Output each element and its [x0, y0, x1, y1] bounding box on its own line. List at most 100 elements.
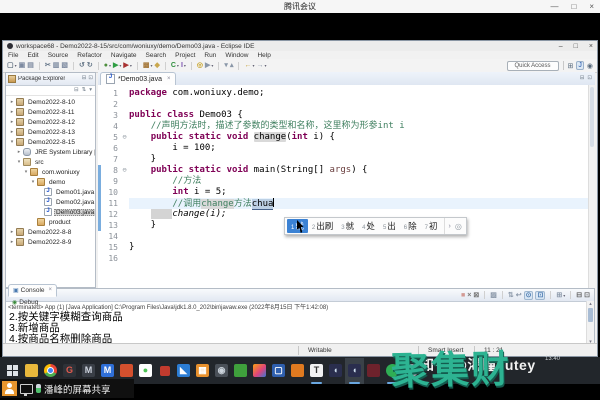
taskbar-vscode[interactable]: ◣ — [174, 358, 193, 384]
new-class-dropdown-icon[interactable]: ▾ — [177, 63, 179, 68]
tree-expand-icon[interactable]: ▸ — [16, 149, 22, 155]
redo-icon[interactable]: ↻ — [87, 62, 93, 69]
pin-console-icon[interactable]: ⊙ — [524, 291, 534, 300]
minimize-view-icon[interactable]: ⊟ — [576, 292, 582, 299]
taskbar-app-photos[interactable]: ▦ — [193, 358, 212, 384]
terminate-icon[interactable]: ■ — [461, 292, 465, 299]
external-tools-icon[interactable]: ▶ — [205, 62, 210, 69]
tree-item-demo[interactable]: ▾demo — [6, 177, 95, 187]
close-button[interactable]: × — [589, 3, 594, 11]
ime-next-page-icon[interactable]: › — [449, 223, 451, 230]
java-perspective-icon[interactable]: J — [576, 61, 584, 70]
taskbar-eclipse-b[interactable]: ◖ — [345, 358, 364, 384]
forward-dropdown-icon[interactable]: ▾ — [264, 63, 266, 68]
next-annotation-icon[interactable]: ▾ — [224, 62, 228, 69]
view-menu-icon[interactable]: ▾ — [89, 88, 92, 94]
console-scrollbar-thumb[interactable] — [588, 308, 593, 322]
debug-perspective-icon[interactable]: ◉ — [587, 62, 593, 70]
clear-console-icon[interactable]: ▨ — [490, 292, 497, 299]
close-tab-icon[interactable]: × — [167, 76, 171, 82]
maximize-button[interactable]: □ — [574, 43, 578, 50]
menu-file[interactable]: File — [8, 52, 18, 59]
remove-all-launches-icon[interactable]: ⊠ — [473, 292, 479, 299]
open-perspective-icon[interactable]: ⊞ — [568, 62, 574, 70]
menu-project[interactable]: Project — [175, 52, 195, 59]
tree-expand-icon[interactable]: ▾ — [16, 159, 22, 165]
menu-edit[interactable]: Edit — [27, 52, 38, 59]
tree-item-src[interactable]: ▾src — [6, 157, 95, 167]
new-wizard-dropdown-icon[interactable]: ▾ — [15, 63, 17, 68]
ime-candidate[interactable]: 6除 — [400, 219, 421, 233]
menu-help[interactable]: Help — [257, 52, 270, 59]
tree-expand-icon[interactable]: ▸ — [9, 119, 15, 125]
taskbar-app-gamebar[interactable]: ◉ — [212, 358, 231, 384]
ime-candidate[interactable]: 3就 — [337, 219, 358, 233]
tree-item-demo2022-8-13[interactable]: ▸Demo2022-8-13 — [6, 127, 95, 137]
taskbar-app-green[interactable] — [231, 358, 250, 384]
taskbar-intellij[interactable] — [250, 358, 269, 384]
tree-item-demo2022-8-9[interactable]: ▸Demo2022-8-9 — [6, 237, 95, 247]
word-wrap-icon[interactable]: ↩ — [516, 292, 522, 299]
back-dropdown-icon[interactable]: ▾ — [252, 63, 254, 68]
tree-item-product[interactable]: product — [6, 217, 95, 227]
debug-icon[interactable]: ● — [104, 62, 108, 69]
tree-expand-icon[interactable]: ▸ — [9, 229, 15, 235]
tree-expand-icon[interactable]: ▸ — [9, 99, 15, 105]
new-interface-icon[interactable]: I — [181, 62, 183, 69]
console-tab-console[interactable]: ▣Console× — [8, 284, 57, 297]
new-java-project-dropdown-icon[interactable]: ▾ — [150, 63, 152, 68]
editor-tab-demo03[interactable]: *Demo03.java × — [100, 72, 176, 86]
prev-annotation-icon[interactable]: ▴ — [230, 62, 234, 69]
package-explorer-tree[interactable]: ▸Demo2022-8-10▸Demo2022-8-11 ▸Demo2022-8-… — [6, 96, 95, 247]
ime-candidate[interactable]: 2出刷 — [308, 219, 337, 233]
scroll-up-icon[interactable]: ▴ — [589, 301, 592, 307]
save-icon[interactable]: ▣ — [19, 62, 26, 69]
forward-icon[interactable]: → — [256, 62, 263, 69]
fold-icon[interactable]: ⊖ — [120, 165, 129, 176]
editor-scrollbar-thumb[interactable] — [590, 87, 594, 147]
taskbar-eclipse-a[interactable]: ◖ — [326, 358, 345, 384]
remove-launch-icon[interactable]: × — [467, 292, 471, 299]
coverage-dropdown-icon[interactable]: ▾ — [130, 63, 132, 68]
minimize-editor-icon[interactable]: ⊟ — [580, 76, 585, 82]
tree-item-jre-system-library-javase-1-8-[interactable]: ▸JRE System Library [JavaSE-1.8] — [6, 147, 95, 157]
open-console-icon[interactable]: ⊞ — [556, 292, 562, 299]
taskbar-typora[interactable]: T — [307, 358, 326, 384]
collapse-all-icon[interactable]: ⊟ — [74, 88, 79, 94]
ime-settings-icon[interactable]: ◎ — [455, 222, 462, 231]
ime-candidate[interactable]: 4处 — [358, 219, 379, 233]
tree-expand-icon[interactable]: ▸ — [9, 129, 15, 135]
tree-item-demo2022-8-10[interactable]: ▸Demo2022-8-10 — [6, 97, 95, 107]
new-class-icon[interactable]: C — [171, 62, 176, 69]
open-type-icon[interactable]: ◆ — [154, 62, 159, 69]
taskbar-app-red[interactable] — [155, 358, 174, 384]
close-tab-icon[interactable]: × — [49, 287, 53, 293]
tree-expand-icon[interactable]: ▾ — [23, 169, 29, 175]
debug-dropdown-icon[interactable]: ▾ — [109, 63, 111, 68]
undo-icon[interactable]: ↺ — [79, 62, 85, 69]
menu-run[interactable]: Run — [204, 52, 216, 59]
tree-item-demo02-java[interactable]: Demo02.java — [6, 197, 95, 207]
tree-expand-icon[interactable]: ▾ — [30, 179, 36, 185]
menu-search[interactable]: Search — [146, 52, 167, 59]
minimize-view-icon[interactable]: ⊟ — [82, 76, 87, 82]
new-wizard-icon[interactable]: ▢ — [7, 62, 14, 69]
maximize-button[interactable]: □ — [571, 3, 576, 11]
scroll-lock-icon[interactable]: ⇅ — [508, 292, 514, 299]
ime-candidate[interactable]: 5出 — [379, 219, 400, 233]
taskbar-app-vm[interactable]: ▢ — [269, 358, 288, 384]
tree-item-demo2022-8-8[interactable]: ▸Demo2022-8-8 — [6, 227, 95, 237]
taskbar-app-maroon[interactable] — [364, 358, 383, 384]
link-with-editor-icon[interactable]: ⇅ — [82, 88, 87, 94]
external-tools-dropdown-icon[interactable]: ▾ — [211, 63, 213, 68]
console-scrollbar[interactable]: ▴ ▾ — [586, 301, 594, 345]
tree-item-demo03-java[interactable]: Demo03.java — [6, 207, 95, 217]
run-icon[interactable]: ▶ — [113, 62, 118, 69]
maximize-editor-icon[interactable]: ⊡ — [587, 76, 592, 82]
ime-candidate[interactable]: 7初 — [421, 219, 442, 233]
print-icon[interactable]: ▤ — [27, 62, 34, 69]
menu-window[interactable]: Window — [225, 52, 248, 59]
tree-item-demo2022-8-11[interactable]: ▸Demo2022-8-11 — [6, 107, 95, 117]
back-icon[interactable]: ← — [244, 62, 251, 69]
tree-item-demo01-java[interactable]: Demo01.java — [6, 187, 95, 197]
